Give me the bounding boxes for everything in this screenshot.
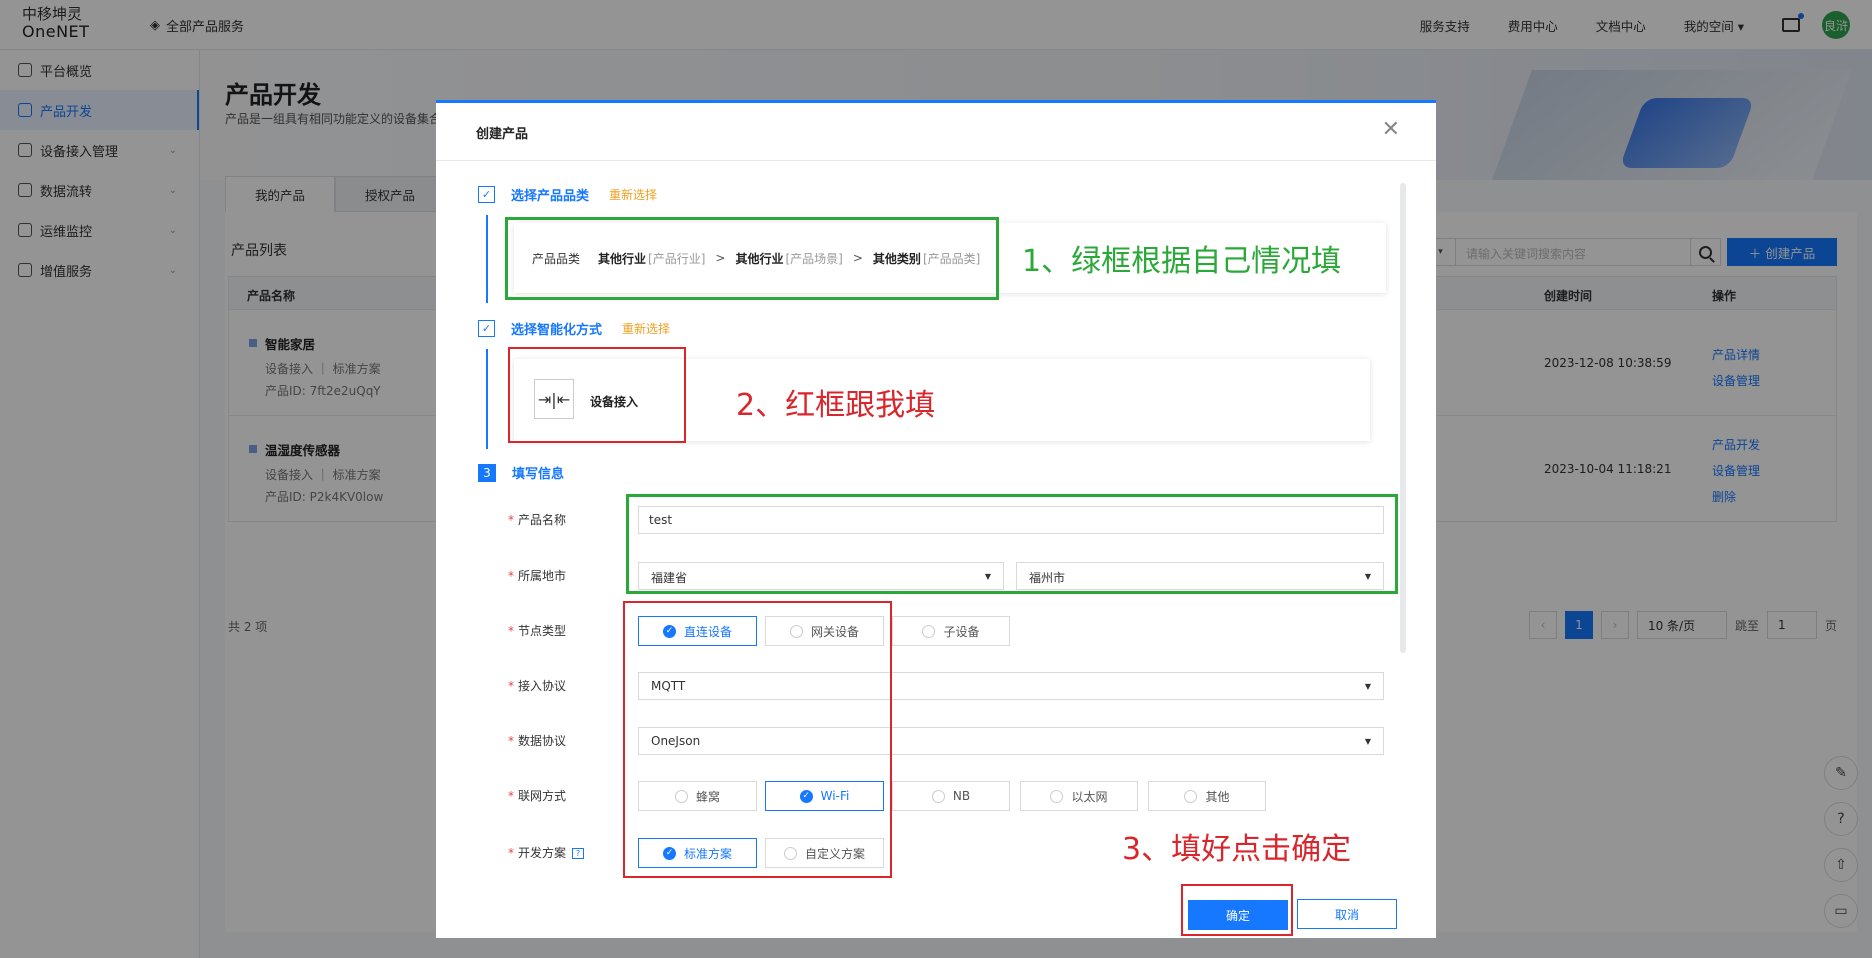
node-type-label: * 节点类型: [508, 624, 567, 638]
annotation-green-hint: 1、绿框根据自己情况填: [1022, 244, 1342, 279]
check-icon: ✓: [478, 320, 495, 337]
network-ethernet[interactable]: 以太网: [1020, 781, 1138, 811]
green-box-name-region: [626, 494, 1398, 594]
region-label: * 所属地市: [508, 569, 567, 583]
step-number: 3: [478, 463, 496, 482]
red-box-method: [508, 347, 686, 443]
red-box-confirm: [1181, 884, 1293, 936]
step-title: 选择智能化方式: [511, 323, 603, 338]
network-label: * 联网方式: [508, 789, 567, 803]
annotation-confirm-hint: 3、填好点击确定: [1122, 832, 1352, 867]
close-icon[interactable]: ✕: [1382, 117, 1400, 142]
step-line: [486, 349, 488, 449]
dev-plan-label: * 开发方案?: [508, 844, 585, 861]
step-fill-info: 3 填写信息: [478, 463, 564, 482]
step-select-method: ✓ 选择智能化方式 重新选择: [478, 319, 670, 338]
step-title: 填写信息: [512, 467, 565, 482]
reselect-category-link[interactable]: 重新选择: [609, 186, 657, 203]
data-protocol-label: * 数据协议: [508, 734, 567, 748]
step-line: [486, 215, 488, 303]
dialog-title: 创建产品: [476, 127, 529, 142]
step-select-category: ✓ 选择产品品类 重新选择: [478, 185, 657, 204]
green-box-category: [505, 217, 999, 300]
help-icon[interactable]: ?: [572, 848, 585, 859]
red-box-options: [623, 601, 892, 878]
step-title: 选择产品品类: [511, 189, 590, 204]
annotation-red-hint: 2、红框跟我填: [736, 388, 936, 423]
node-type-sub-device[interactable]: 子设备: [892, 616, 1010, 646]
check-icon: ✓: [478, 186, 495, 203]
reselect-method-link[interactable]: 重新选择: [622, 320, 670, 337]
network-other[interactable]: 其他: [1148, 781, 1266, 811]
product-name-label: * 产品名称: [508, 513, 567, 527]
cancel-button[interactable]: 取消: [1297, 899, 1397, 929]
access-protocol-label: * 接入协议: [508, 679, 567, 693]
dialog-scrollbar[interactable]: [1400, 183, 1406, 653]
network-nb[interactable]: NB: [892, 781, 1010, 811]
